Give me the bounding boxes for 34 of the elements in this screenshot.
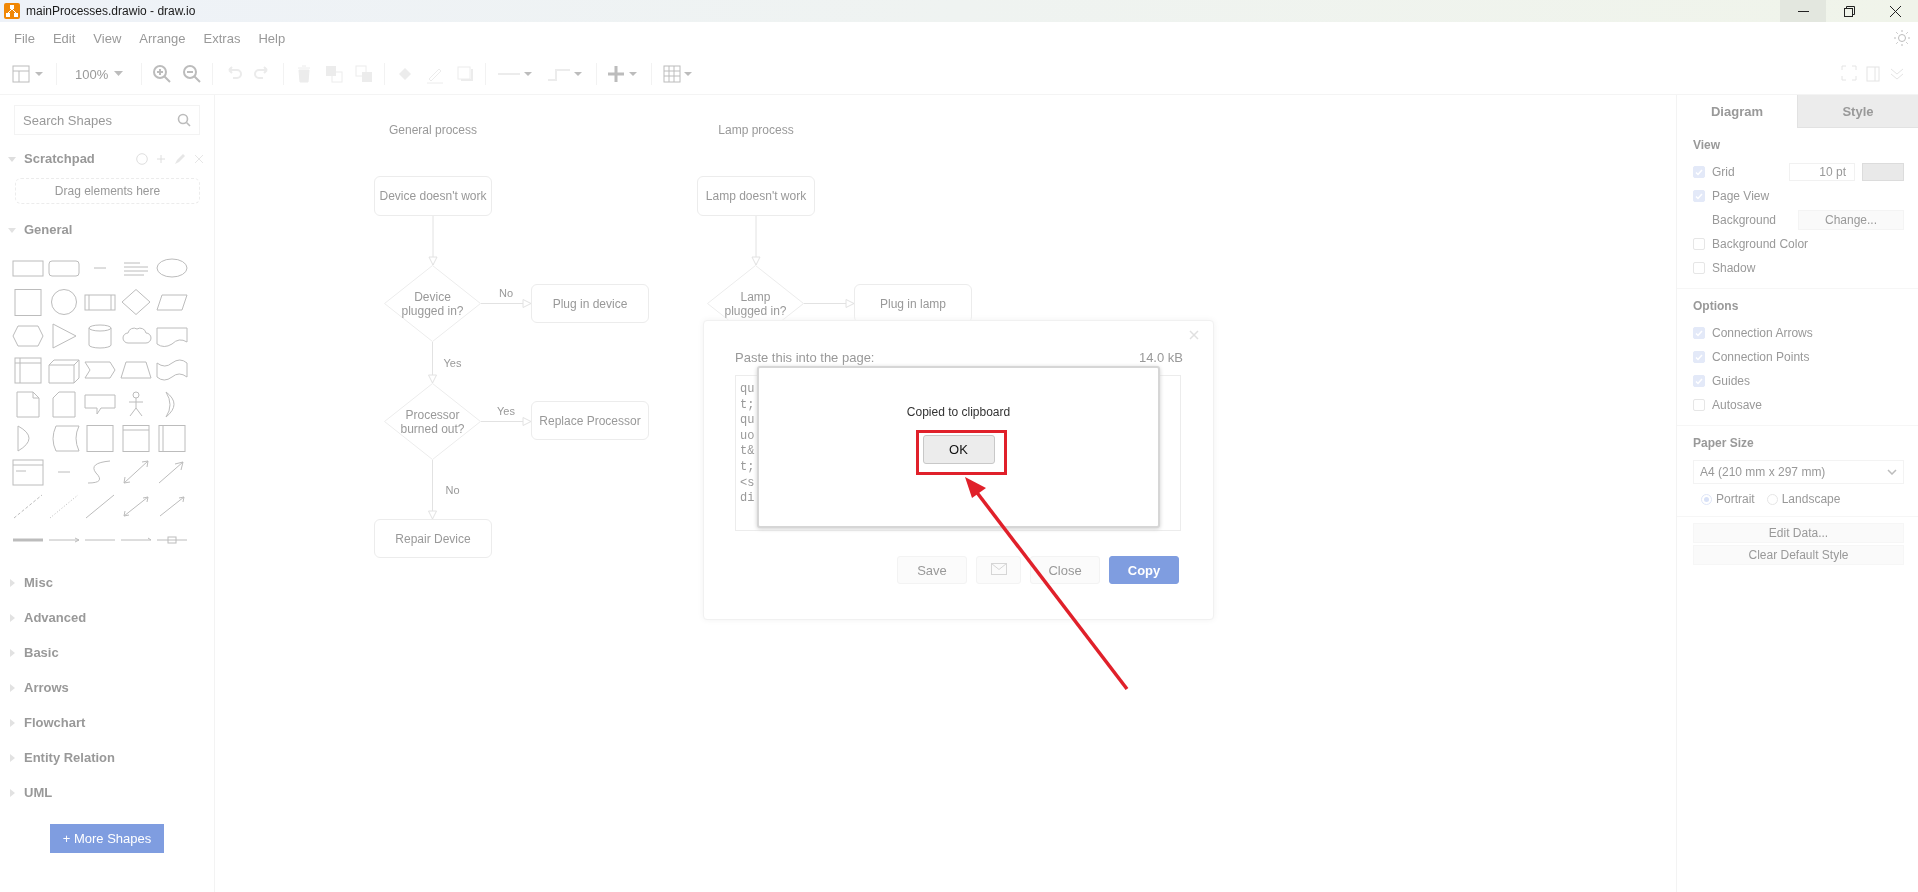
option-label: Connection Points xyxy=(1712,350,1811,364)
option-label: Background Color xyxy=(1712,237,1810,251)
edge-label: No xyxy=(498,286,514,299)
process-box: Plug in device xyxy=(531,284,649,323)
option-label: Autosave xyxy=(1712,398,1764,412)
option-label: Page View xyxy=(1712,189,1771,203)
process-title: General process xyxy=(389,123,477,137)
node-label: Processor burned out? xyxy=(400,407,465,436)
file-size: 14.0 kB xyxy=(1138,350,1183,365)
option-label: Background xyxy=(1712,213,1778,227)
node-label: Device plugged in? xyxy=(400,289,465,318)
scratchpad-drop-area: Drag elements here xyxy=(15,178,200,204)
option-label: Connection Arrows xyxy=(1712,326,1814,340)
edge-label: Yes xyxy=(443,356,462,369)
process-title: Lamp process xyxy=(718,123,794,137)
option-label: Shadow xyxy=(1712,261,1757,275)
process-box: Plug in lamp xyxy=(854,284,972,323)
section-heading: View xyxy=(1693,138,1722,152)
radio-label: Portrait xyxy=(1716,492,1755,506)
node-label: Lamp plugged in? xyxy=(723,289,788,318)
option-label: Grid xyxy=(1712,165,1736,179)
section-heading: Options xyxy=(1693,299,1740,313)
edge-label: No xyxy=(445,483,460,496)
alert-message: Copied to clipboard xyxy=(906,405,1011,419)
section-heading: Paper Size xyxy=(1693,436,1755,450)
option-label: Guides xyxy=(1712,374,1752,388)
dialog-label: Paste this into the page: xyxy=(735,350,875,365)
process-box: Replace Processor xyxy=(531,401,649,440)
process-box: Device doesn't work xyxy=(374,176,492,216)
process-box: Repair Device xyxy=(374,519,492,558)
window-title: mainProcesses.drawio - draw.io xyxy=(26,4,197,18)
edge-label: Yes xyxy=(497,404,515,417)
radio-label: Landscape xyxy=(1781,492,1841,506)
process-box: Lamp doesn't work xyxy=(697,176,815,216)
